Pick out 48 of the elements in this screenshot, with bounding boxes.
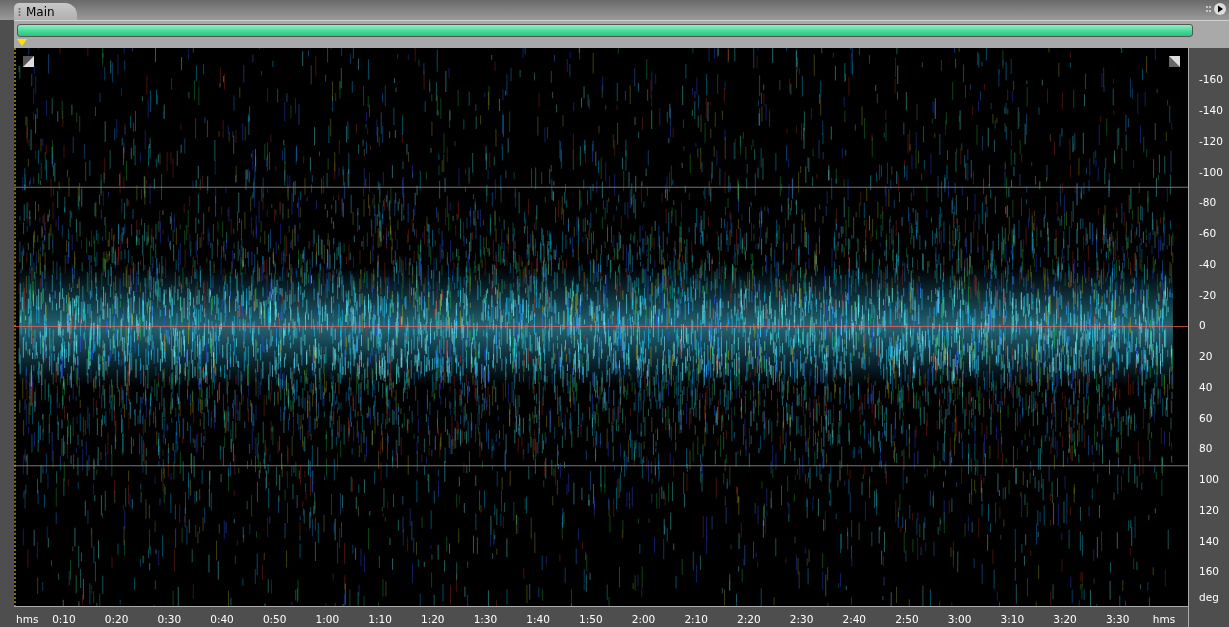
degree-tick-label: -60 [1198, 226, 1218, 242]
zoom-corner-icon[interactable] [1169, 56, 1180, 67]
degree-tick-label: -100 [1198, 164, 1224, 180]
playhead-marker-icon[interactable] [17, 39, 27, 46]
degree-tick-label: -140 [1198, 103, 1224, 119]
time-tick-label: 2:00 [630, 613, 657, 625]
degree-tick-label: 60 [1198, 410, 1214, 426]
degree-tick-label: 20 [1198, 349, 1214, 365]
time-tick-label: 0:50 [261, 613, 288, 625]
degree-tick-label: 100 [1198, 472, 1221, 488]
degree-unit-label: deg [1198, 591, 1220, 603]
degree-tick-label: 160 [1198, 564, 1221, 580]
degree-tick-label: -160 [1198, 72, 1224, 88]
time-tick-label: 1:30 [472, 613, 499, 625]
time-tick-label: 0:20 [103, 613, 130, 625]
time-tick-label: 2:10 [683, 613, 709, 625]
time-tick-label: 1:50 [578, 613, 604, 625]
time-tick-label: 2:30 [788, 613, 815, 625]
degree-tick-label: 140 [1198, 533, 1221, 549]
time-tick-label: 0:10 [51, 613, 77, 625]
zoom-corner-icon[interactable] [23, 56, 34, 67]
time-tick-label: 1:40 [525, 613, 551, 625]
time-tick-label: 1:00 [314, 613, 341, 625]
degree-tick-label: -120 [1198, 133, 1224, 149]
main-tab[interactable]: Main [14, 3, 77, 20]
degree-tick-label: -80 [1198, 195, 1218, 211]
time-unit-label: hms [1151, 613, 1177, 625]
time-unit-label: hms [15, 613, 38, 625]
time-tick-label: 3:10 [999, 613, 1026, 625]
panel-menu-icon[interactable] [1203, 2, 1227, 16]
degree-tick-label: -20 [1198, 287, 1218, 303]
grip-icon [18, 6, 23, 17]
time-tick-label: 2:50 [894, 613, 920, 625]
time-tick-label: 2:40 [841, 613, 868, 625]
time-tick-label: 0:40 [209, 613, 235, 625]
time-tick-label: 3:30 [1104, 613, 1131, 625]
time-tick-label: 0:30 [156, 613, 183, 625]
time-tick-label: 1:20 [419, 613, 446, 625]
degree-tick-label: 80 [1198, 441, 1214, 457]
degree-tick-label: 120 [1198, 502, 1221, 518]
degree-tick-label: -40 [1198, 256, 1218, 272]
scrollbar-thumb[interactable] [17, 24, 1193, 37]
time-tick-label: 1:10 [367, 613, 393, 625]
time-tick-label: 3:20 [1052, 613, 1078, 625]
time-tick-label: 3:00 [946, 613, 973, 625]
degree-tick-label: 0 [1198, 318, 1207, 334]
degree-tick-label: 40 [1198, 379, 1214, 395]
time-tick-label: 2:20 [736, 613, 762, 625]
